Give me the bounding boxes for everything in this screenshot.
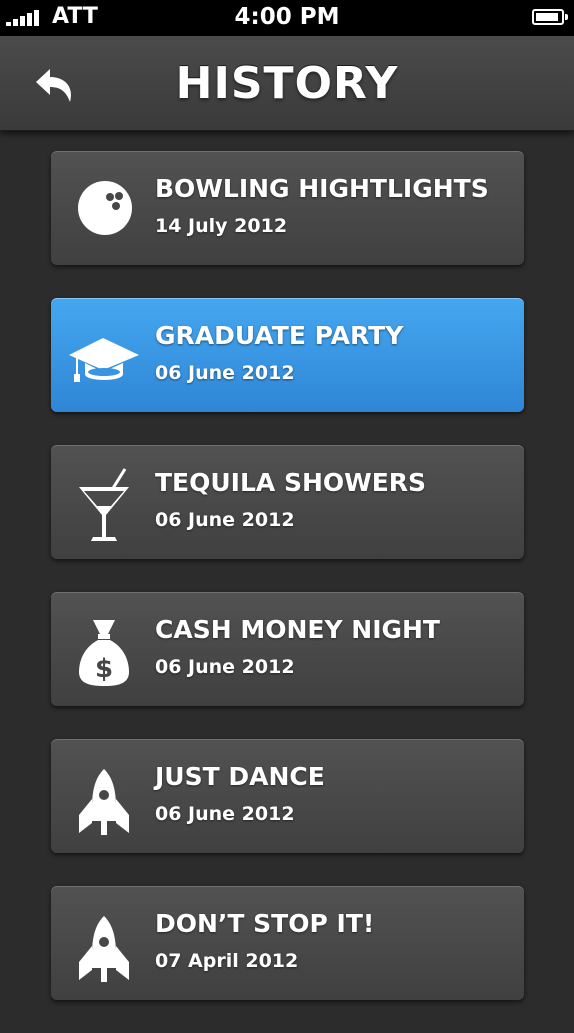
money-bag-icon: $ [67,604,147,694]
battery-icon [532,9,568,25]
history-item-date: 07 April 2012 [155,950,299,972]
status-time: 4:00 PM [234,4,340,30]
history-list: BOWLING HIGHTLIGHTS 14 July 2012 GRADUAT… [51,151,524,1033]
history-item-title: TEQUILA SHOWERS [155,468,427,497]
history-item-date: 06 June 2012 [155,803,295,825]
history-item-just-dance[interactable]: JUST DANCE 06 June 2012 [51,739,524,853]
graduation-cap-icon [67,310,147,400]
cocktail-glass-icon [67,457,147,547]
history-item-date: 06 June 2012 [155,656,295,678]
rocket-icon [67,898,147,988]
history-item-title: GRADUATE PARTY [155,321,404,350]
history-item-date: 06 June 2012 [155,509,295,531]
history-item-cash-money-night[interactable]: $ CASH MONEY NIGHT 06 June 2012 [51,592,524,706]
history-item-title: BOWLING HIGHTLIGHTS [155,174,489,203]
rocket-icon [67,751,147,841]
history-item-title: CASH MONEY NIGHT [155,615,440,644]
history-item-tequila-showers[interactable]: TEQUILA SHOWERS 06 June 2012 [51,445,524,559]
history-item-dont-stop-it[interactable]: DON’T STOP IT! 07 April 2012 [51,886,524,1000]
history-item-graduate-party[interactable]: GRADUATE PARTY 06 June 2012 [51,298,524,412]
page-title: HISTORY [175,58,399,109]
history-item-title: JUST DANCE [155,762,325,791]
history-item-bowling-hightlights[interactable]: BOWLING HIGHTLIGHTS 14 July 2012 [51,151,524,265]
history-item-title: DON’T STOP IT! [155,909,375,938]
bowling-ball-icon [67,163,147,253]
history-item-date: 14 July 2012 [155,215,288,237]
status-bar: ATT 4:00 PM [0,0,574,36]
navigation-bar: HISTORY [0,36,574,131]
history-item-date: 06 June 2012 [155,362,295,384]
svg-text:$: $ [95,654,113,684]
